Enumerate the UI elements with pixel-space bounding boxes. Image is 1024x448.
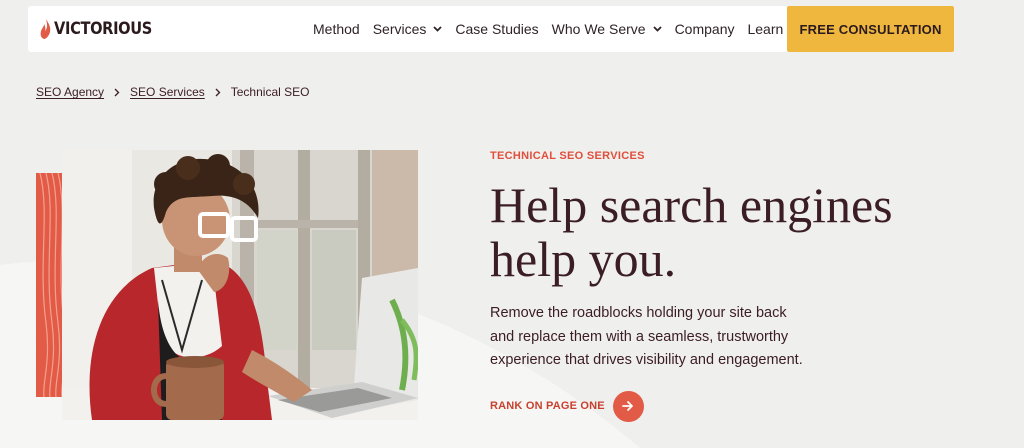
chevron-down-icon [433, 26, 443, 32]
flame-icon [40, 19, 51, 39]
chevron-down-icon [652, 26, 662, 32]
hero-headline-line-1: Help search engines [490, 177, 893, 233]
logo-wordmark: VICTORIOUS [54, 19, 152, 39]
hero-photo [62, 150, 418, 420]
top-navigation-bar: VICTORIOUS Method Services Case Studies … [28, 6, 954, 52]
hero-headline-line-2: help you. [490, 231, 677, 287]
nav-item-who-we-serve[interactable]: Who We Serve [552, 21, 662, 37]
hero-description-line: Remove the roadblocks holding your site … [490, 305, 787, 321]
hero-description-line: and replace them with a seamless, trustw… [490, 328, 789, 345]
hero-description: Remove the roadblocks holding your site … [490, 302, 850, 373]
hero-description-line: experience that drives visibility and en… [490, 352, 803, 368]
decorative-stripes [36, 173, 63, 397]
rank-on-page-one-link[interactable]: RANK ON PAGE ONE [490, 390, 644, 422]
arrow-right-icon[interactable] [612, 390, 644, 422]
breadcrumb: SEO Agency SEO Services Technical SEO [36, 84, 309, 100]
chevron-right-icon [114, 88, 120, 97]
hero-eyebrow: TECHNICAL SEO SERVICES [490, 150, 645, 162]
nav-item-learn[interactable]: Learn [747, 21, 783, 37]
logo[interactable]: VICTORIOUS [40, 18, 168, 40]
rank-on-page-one-label: RANK ON PAGE ONE [490, 400, 605, 412]
chevron-right-icon [215, 88, 221, 97]
breadcrumb-current-page: Technical SEO [230, 85, 310, 99]
nav-item-services[interactable]: Services [373, 21, 443, 37]
main-menu: Method Services Case Studies Who We Serv… [313, 6, 796, 52]
free-consultation-button[interactable]: FREE CONSULTATION [787, 6, 954, 52]
breadcrumb-link-seo-agency[interactable]: SEO Agency [36, 85, 104, 99]
breadcrumb-link-seo-services[interactable]: SEO Services [130, 85, 205, 99]
hero-headline: Help search engines help you. [490, 178, 960, 286]
nav-item-method[interactable]: Method [313, 21, 360, 37]
nav-item-company[interactable]: Company [675, 21, 735, 37]
nav-item-case-studies[interactable]: Case Studies [455, 21, 538, 37]
